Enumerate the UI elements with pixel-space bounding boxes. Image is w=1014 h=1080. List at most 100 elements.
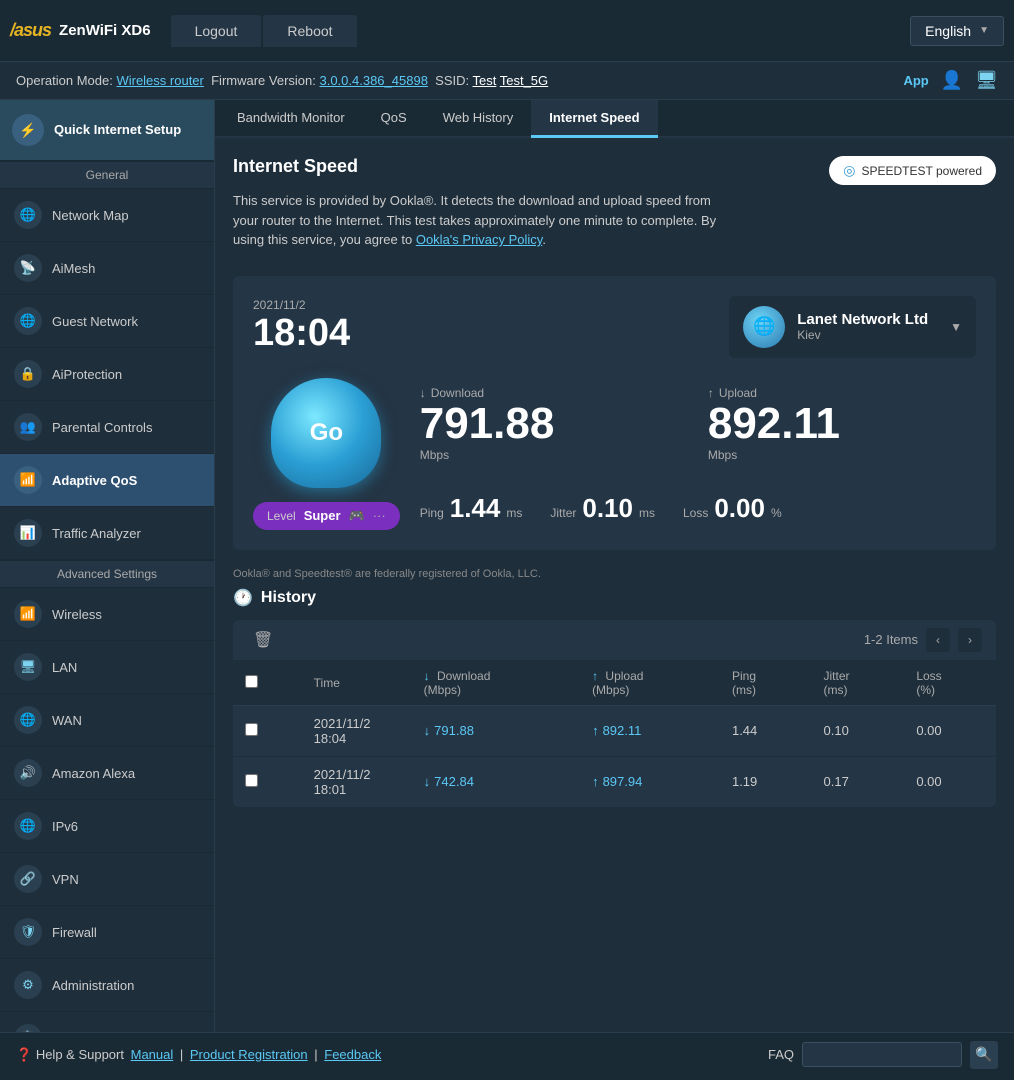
sidebar-item-label: Wireless bbox=[52, 607, 102, 622]
download-unit: Mbps bbox=[420, 448, 688, 462]
faq-search-button[interactable]: 🔍 bbox=[970, 1041, 998, 1069]
row-dl-icon: ↓ bbox=[424, 723, 431, 738]
app-link[interactable]: App bbox=[903, 73, 928, 88]
sidebar-item-system-log[interactable]: 📋 System Log bbox=[0, 1012, 214, 1032]
level-value: Super bbox=[304, 508, 341, 523]
speed-display: Go Level Super 🎮 ··· Download bbox=[253, 378, 976, 530]
loss-value: 0.00 bbox=[714, 493, 765, 524]
jitter-value: 0.10 bbox=[582, 493, 633, 524]
privacy-policy-link[interactable]: Ookla's Privacy Policy bbox=[416, 232, 543, 247]
monitor-icon: 🖥 bbox=[975, 70, 998, 91]
reboot-button[interactable]: Reboot bbox=[263, 15, 356, 47]
level-more-icon: ··· bbox=[373, 508, 386, 523]
aimesh-icon: 📡 bbox=[14, 254, 42, 282]
feedback-link[interactable]: Feedback bbox=[324, 1047, 381, 1062]
sidebar-item-network-map[interactable]: 🌐 Network Map bbox=[0, 189, 214, 242]
isp-info: Lanet Network Ltd Kiev bbox=[797, 311, 928, 342]
isp-globe-icon: 🌐 bbox=[743, 306, 785, 348]
users-icon: 👤 bbox=[941, 70, 963, 91]
content-panel: Internet Speed This service is provided … bbox=[215, 138, 1014, 825]
isp-chevron-icon: ▼ bbox=[950, 320, 962, 334]
row-jitter: 0.10 bbox=[812, 705, 905, 756]
sidebar-item-label: Administration bbox=[52, 978, 134, 993]
sidebar-item-traffic-analyzer[interactable]: 📊 Traffic Analyzer bbox=[0, 507, 214, 560]
sidebar-item-label: Parental Controls bbox=[52, 420, 152, 435]
go-button[interactable]: Go bbox=[271, 378, 381, 488]
sidebar-item-vpn[interactable]: 🔗 VPN bbox=[0, 853, 214, 906]
system-log-icon: 📋 bbox=[14, 1024, 42, 1032]
faq-input[interactable] bbox=[802, 1042, 962, 1067]
firmware-value[interactable]: 3.0.0.4.386_45898 bbox=[319, 73, 427, 88]
sidebar-item-label: Traffic Analyzer bbox=[52, 526, 141, 541]
select-all-checkbox[interactable] bbox=[245, 675, 258, 688]
sidebar-item-firewall[interactable]: 🛡 Firewall bbox=[0, 906, 214, 959]
history-clock-icon: 🕐 bbox=[233, 588, 253, 608]
tab-qos[interactable]: QoS bbox=[363, 100, 425, 138]
tabs-bar: Bandwidth Monitor QoS Web History Intern… bbox=[215, 100, 1014, 138]
operation-mode-value[interactable]: Wireless router bbox=[116, 73, 203, 88]
history-table: Time ↓ Download(Mbps) ↑ Upload(Mbps) Pin… bbox=[233, 661, 996, 807]
row-ul-icon: ↑ bbox=[592, 774, 599, 789]
isp-name: Lanet Network Ltd bbox=[797, 311, 928, 328]
table-header-row: Time ↓ Download(Mbps) ↑ Upload(Mbps) Pin… bbox=[233, 661, 996, 706]
sidebar-item-amazon-alexa[interactable]: 🔊 Amazon Alexa bbox=[0, 747, 214, 800]
tab-bandwidth-monitor[interactable]: Bandwidth Monitor bbox=[219, 100, 363, 138]
loss-label: Loss bbox=[683, 506, 708, 520]
wan-icon: 🌐 bbox=[14, 706, 42, 734]
sidebar-item-aimesh[interactable]: 📡 AiMesh bbox=[0, 242, 214, 295]
sidebar-item-label: Network Map bbox=[52, 208, 129, 223]
ssid-test-5g[interactable]: Test_5G bbox=[500, 73, 548, 88]
lan-icon: 🖥 bbox=[14, 653, 42, 681]
guest-network-icon: 🌐 bbox=[14, 307, 42, 335]
operation-mode-label: Operation Mode: bbox=[16, 73, 116, 88]
row-select-checkbox[interactable] bbox=[245, 723, 258, 736]
date-time: 2021/11/2 18:04 bbox=[253, 298, 729, 355]
col-upload-header: ↑ Upload(Mbps) bbox=[580, 661, 720, 706]
help-icon: ❓ bbox=[16, 1047, 32, 1062]
ssid-test[interactable]: Test bbox=[473, 73, 497, 88]
page-title: Internet Speed bbox=[233, 156, 733, 177]
prev-page-button[interactable]: ‹ bbox=[926, 628, 950, 652]
chevron-down-icon: ▼ bbox=[979, 25, 989, 36]
sidebar-item-wireless[interactable]: 📶 Wireless bbox=[0, 588, 214, 641]
sidebar-item-guest-network[interactable]: 🌐 Guest Network bbox=[0, 295, 214, 348]
content-area: Bandwidth Monitor QoS Web History Intern… bbox=[215, 100, 1014, 1032]
sidebar-item-lan[interactable]: 🖥 LAN bbox=[0, 641, 214, 694]
logout-button[interactable]: Logout bbox=[171, 15, 262, 47]
sidebar-item-wan[interactable]: 🌐 WAN bbox=[0, 694, 214, 747]
sidebar-item-ipv6[interactable]: 🌐 IPv6 bbox=[0, 800, 214, 853]
row-select-checkbox[interactable] bbox=[245, 774, 258, 787]
jitter-label: Jitter bbox=[550, 506, 576, 520]
vpn-icon: 🔗 bbox=[14, 865, 42, 893]
jitter-unit: ms bbox=[639, 506, 655, 520]
tab-web-history[interactable]: Web History bbox=[425, 100, 532, 138]
quick-setup-item[interactable]: ⚡ Quick Internet Setup bbox=[0, 100, 214, 161]
isp-selector[interactable]: 🌐 Lanet Network Ltd Kiev ▼ bbox=[729, 296, 976, 358]
row-dl-icon: ↓ bbox=[424, 774, 431, 789]
status-icons: App 👤 🖥 bbox=[903, 70, 998, 91]
delete-history-button[interactable]: 🗑 bbox=[247, 628, 279, 652]
main-layout: ⚡ Quick Internet Setup General 🌐 Network… bbox=[0, 100, 1014, 1032]
sidebar-item-administration[interactable]: ⚙ Administration bbox=[0, 959, 214, 1012]
sidebar-item-aiprotection[interactable]: 🔒 AiProtection bbox=[0, 348, 214, 401]
speed-card: 2021/11/2 18:04 🌐 Lanet Network Ltd Kiev… bbox=[233, 276, 996, 550]
parental-controls-icon: 👥 bbox=[14, 413, 42, 441]
upload-label: Upload bbox=[708, 386, 976, 400]
status-info: Operation Mode: Wireless router Firmware… bbox=[16, 73, 548, 88]
col-checkbox bbox=[233, 661, 302, 706]
language-selector[interactable]: English ▼ bbox=[910, 16, 1004, 46]
manual-link[interactable]: Manual bbox=[131, 1047, 174, 1062]
pagination-info: 1-2 Items ‹ › bbox=[864, 628, 982, 652]
speedtest-badge: ◎ SPEEDTEST powered bbox=[829, 156, 996, 185]
top-bar: /asus ZenWiFi XD6 Logout Reboot English … bbox=[0, 0, 1014, 62]
aiprotection-icon: 🔒 bbox=[14, 360, 42, 388]
speedtest-circle-icon: ◎ bbox=[843, 162, 855, 179]
row-checkbox bbox=[233, 705, 302, 756]
sidebar-item-adaptive-qos[interactable]: 📶 Adaptive QoS bbox=[0, 454, 214, 507]
sidebar-item-parental-controls[interactable]: 👥 Parental Controls bbox=[0, 401, 214, 454]
next-page-button[interactable]: › bbox=[958, 628, 982, 652]
tab-internet-speed[interactable]: Internet Speed bbox=[531, 100, 657, 138]
faq-label: FAQ bbox=[768, 1047, 794, 1062]
row-checkbox bbox=[233, 756, 302, 807]
product-reg-link[interactable]: Product Registration bbox=[190, 1047, 308, 1062]
